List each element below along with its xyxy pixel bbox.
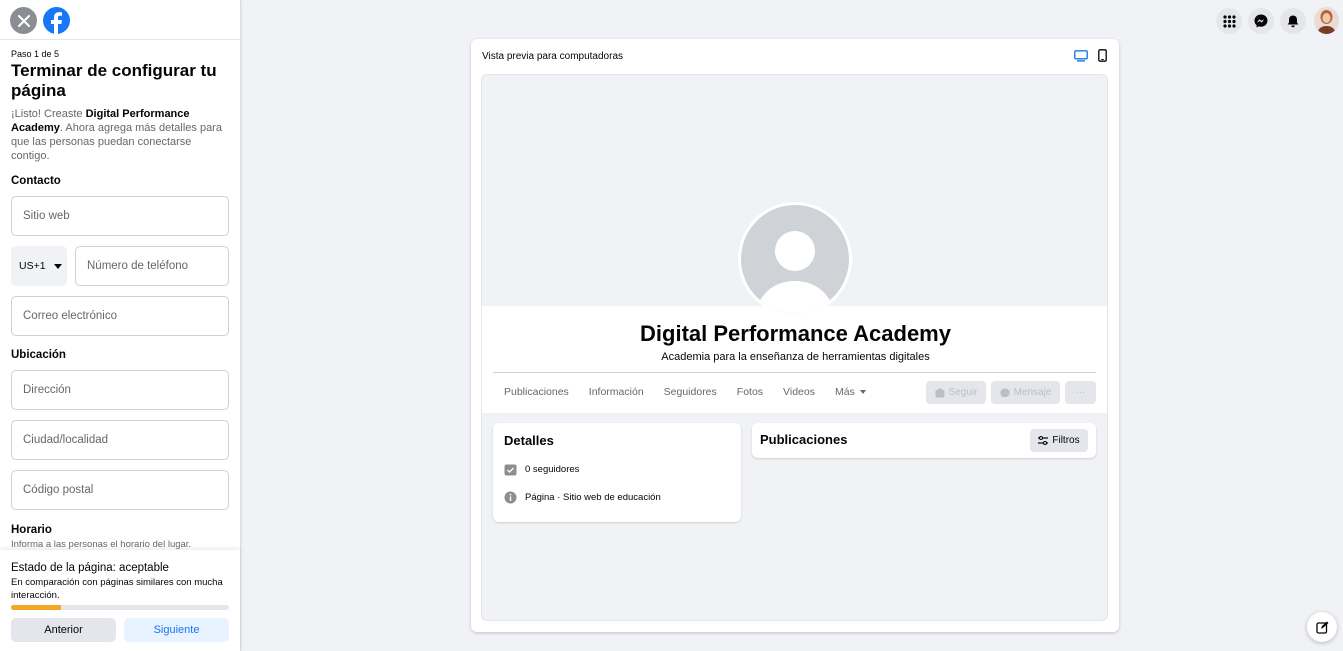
country-code-label: US+1 [19,260,46,272]
page-type-row: Página · Sitio web de educación [504,491,661,504]
page-title: Terminar de configurar tu página [11,61,217,100]
tab-seguidores[interactable]: Seguidores [654,386,727,398]
location-heading: Ubicación [11,349,66,361]
email-field[interactable]: Correo electrónico [11,296,229,336]
facebook-logo-icon[interactable] [43,7,70,34]
details-card: Detalles 0 seguidores Página · Sitio web… [493,423,741,522]
page-status-footer: Estado de la página: aceptable En compar… [0,550,240,651]
chevron-down-icon [53,263,62,269]
page-name: Digital Performance Academy [640,321,951,346]
bell-icon [1287,15,1299,27]
tab-mas[interactable]: Más [825,386,876,398]
filters-label: Filtros [1052,435,1080,446]
new-message-button[interactable] [1307,612,1337,642]
tab-mas-label: Más [834,386,855,398]
followers-row: 0 seguidores [504,463,579,476]
divider [493,372,1096,373]
follow-button[interactable]: Seguir [926,381,986,404]
phone-field[interactable]: Número de teléfono [75,246,229,286]
close-icon [17,14,30,27]
avatar[interactable] [1314,7,1339,34]
grid-menu-icon [1222,14,1236,28]
page-type-text: Página · Sitio web de educación [525,492,661,503]
page-preview: Digital Performance Academy Academia par… [481,74,1108,621]
hours-heading: Horario [11,524,52,536]
preview-label: Vista previa para computadoras [482,51,624,62]
followers-count: 0 seguidores [525,464,580,475]
more-options-button[interactable]: ··· [1065,381,1096,404]
posts-title: Publicaciones [760,432,848,447]
edit-icon [1315,621,1328,634]
contact-heading: Contacto [11,175,61,187]
sidebar-header [0,0,240,40]
follow-icon [935,388,945,397]
desktop-icon[interactable] [1074,49,1088,62]
info-icon [504,491,517,504]
message-button[interactable]: Mensaje [991,381,1060,404]
phone-row: US+1 Número de teléfono [11,246,229,286]
messenger-icon [999,387,1010,398]
default-profile-icon [755,231,835,313]
filters-button[interactable]: Filtros [1030,429,1088,452]
zip-field[interactable]: Código postal [11,470,229,510]
profile-picture [738,202,852,316]
device-toggle [1074,49,1107,62]
page-actions: Seguir Mensaje ··· [926,381,1096,404]
notifications-button[interactable] [1280,8,1306,34]
tab-fotos[interactable]: Fotos [727,386,773,398]
tab-videos[interactable]: Videos [773,386,825,398]
setup-sidebar: Paso 1 de 5 Terminar de configurar tu pá… [0,0,241,651]
status-description: En comparación con páginas similares con… [11,577,223,601]
mobile-icon[interactable] [1098,49,1107,62]
page-category: Academia para la enseñanza de herramient… [661,351,930,363]
status-progress-bar [11,605,229,610]
close-button[interactable] [10,7,37,34]
hours-hint: Informa a las personas el horario del lu… [11,539,192,550]
city-field[interactable]: Ciudad/localidad [11,420,229,460]
setup-description: ¡Listo! Creaste Digital Performance Acad… [11,108,222,162]
page-tabs: Publicaciones Información Seguidores Fot… [493,380,876,404]
tab-publicaciones[interactable]: Publicaciones [493,386,579,398]
chevron-down-icon [859,390,866,394]
nav-buttons: Anterior Siguiente [11,618,229,642]
progress-fill [11,605,62,610]
website-field[interactable]: Sitio web [11,196,229,236]
tab-informacion[interactable]: Información [579,386,654,398]
posts-card: Publicaciones Filtros [752,423,1096,458]
menu-button[interactable] [1216,8,1242,34]
next-button[interactable]: Siguiente [124,618,229,642]
messenger-button[interactable] [1248,8,1274,34]
message-label: Mensaje [1013,387,1052,398]
previous-button[interactable]: Anterior [11,618,116,642]
user-avatar-icon [1314,7,1339,34]
details-title: Detalles [504,433,554,448]
setup-form: Paso 1 de 5 Terminar de configurar tu pá… [0,40,240,550]
messenger-icon [1254,14,1268,28]
filter-icon [1038,436,1049,445]
country-code-select[interactable]: US+1 [11,246,67,286]
follow-label: Seguir [948,387,978,398]
preview-card: Vista previa para computadoras Digital P… [471,39,1119,632]
followers-icon [504,464,517,476]
status-title: Estado de la página: aceptable [11,562,169,574]
step-indicator: Paso 1 de 5 [11,49,60,59]
address-field[interactable]: Dirección [11,370,229,410]
